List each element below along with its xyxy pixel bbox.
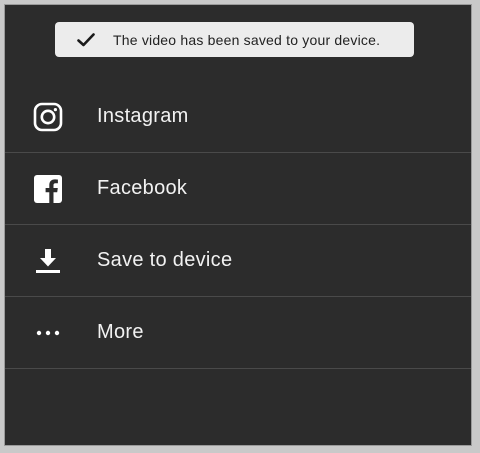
share-option-save-to-device[interactable]: Save to device — [5, 225, 471, 297]
share-option-instagram[interactable]: Instagram — [5, 81, 471, 153]
share-option-more[interactable]: More — [5, 297, 471, 369]
download-icon — [32, 245, 64, 277]
share-option-label: Instagram — [97, 105, 189, 127]
saved-toast: The video has been saved to your device. — [55, 22, 414, 57]
facebook-icon — [32, 173, 64, 205]
instagram-icon — [32, 101, 64, 133]
toast-message: The video has been saved to your device. — [113, 31, 381, 48]
share-option-facebook[interactable]: Facebook — [5, 153, 471, 225]
share-options-list: Instagram Facebook Save to device More — [5, 81, 471, 369]
share-sheet: The video has been saved to your device.… — [4, 4, 472, 446]
share-option-label: Facebook — [97, 177, 188, 199]
checkmark-icon — [75, 29, 97, 51]
more-dots-icon — [32, 317, 64, 349]
share-option-label: Save to device — [97, 249, 233, 271]
share-option-label: More — [97, 321, 144, 343]
